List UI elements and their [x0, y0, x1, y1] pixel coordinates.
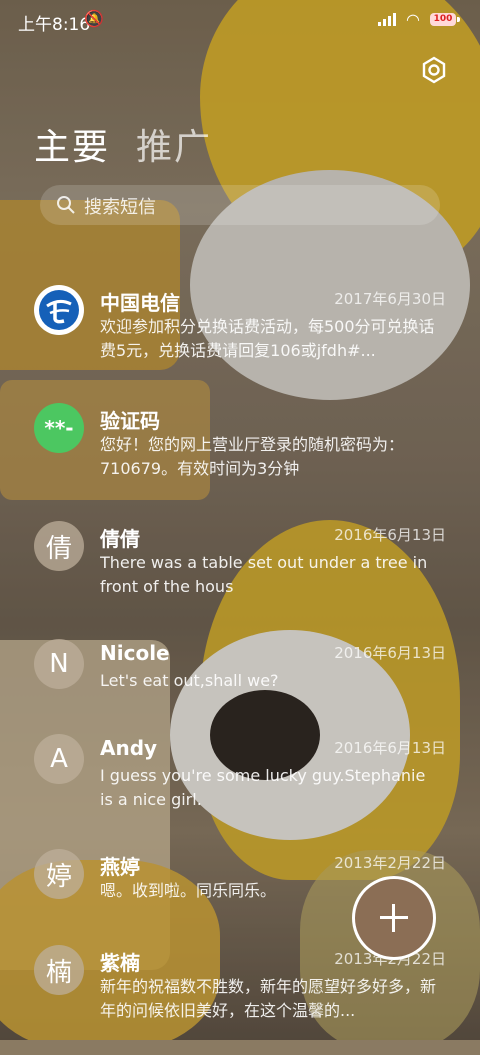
conversation-item[interactable]: 楠 紫楠 2013年2月22日 新年的祝福数不胜数，新年的愿望好多好多，新年的问…: [0, 945, 480, 1055]
avatar: N: [34, 639, 84, 689]
conversation-date: 2016年6月13日: [334, 526, 446, 544]
conversation-item[interactable]: N Nicole 2016年6月13日 Let's eat out,shall …: [0, 639, 480, 749]
new-message-button[interactable]: [352, 876, 436, 960]
avatar-text: N: [49, 649, 69, 679]
avatar-text: 倩: [45, 533, 72, 564]
status-time: 上午8:16: [18, 15, 91, 35]
conversation-item[interactable]: A Andy 2016年6月13日 I guess you're some lu…: [0, 734, 480, 844]
wifi-icon: ◠: [406, 10, 420, 29]
search-icon: [57, 196, 75, 214]
avatar-text: A: [50, 744, 68, 774]
conversation-sender: 验证码: [100, 409, 160, 433]
conversation-item[interactable]: 倩 倩倩 2016年6月13日 There was a table set ou…: [0, 521, 480, 631]
search-input[interactable]: 搜索短信: [40, 185, 440, 225]
conversation-item[interactable]: 中国电信 2017年6月30日 欢迎参加积分兑换话费活动，每500分可兑换话费5…: [0, 285, 480, 395]
conversation-date: 2017年6月30日: [334, 290, 446, 308]
avatar: 婷: [34, 849, 84, 899]
tab-main[interactable]: 主要: [34, 118, 110, 170]
conversation-preview: 您好！您的网上营业厅登录的随机密码为：710679。有效时间为3分钟: [100, 435, 405, 478]
conversation-sender: Andy: [100, 736, 158, 760]
settings-icon[interactable]: [420, 56, 448, 84]
telecom-logo: [34, 285, 84, 335]
conversation-preview: 欢迎参加积分兑换话费活动，每500分可兑换话费5元，兑换话费请回复106或jfd…: [100, 317, 435, 360]
signal-icon: [378, 12, 396, 26]
tab-promo[interactable]: 推广: [136, 118, 212, 170]
conversation-date: 2016年6月13日: [334, 644, 446, 662]
avatar-text: 楠: [45, 957, 72, 988]
conversation-item[interactable]: **- 验证码 您好！您的网上营业厅登录的随机密码为：710679。有效时间为3…: [0, 403, 480, 513]
avatar-text: 婷: [45, 861, 72, 892]
conversation-sender: Nicole: [100, 641, 170, 665]
conversation-preview: There was a table set out under a tree i…: [100, 553, 428, 596]
conversation-preview: I guess you're some lucky guy.Stephanie …: [100, 766, 426, 809]
conversation-preview: 嗯。收到啦。同乐同乐。: [100, 881, 277, 900]
avatar-text: **-: [44, 416, 74, 440]
conversation-sender: 倩倩: [100, 527, 140, 551]
conversation-sender: 中国电信: [100, 291, 180, 315]
verification-avatar: **-: [34, 403, 84, 453]
status-bar: 上午8:16 🔕 ◠ 100: [0, 0, 480, 40]
mute-icon: 🔕: [84, 9, 104, 28]
avatar: 楠: [34, 945, 84, 995]
telecom-logo-icon: [39, 290, 79, 330]
conversation-preview: Let's eat out,shall we?: [100, 671, 279, 690]
conversation-preview: 新年的祝福数不胜数，新年的愿望好多好多，新年的问候依旧美好，在这个温馨的...: [100, 977, 437, 1020]
conversation-date: 2016年6月13日: [334, 739, 446, 757]
search-placeholder: 搜索短信: [84, 197, 156, 218]
avatar: A: [34, 734, 84, 784]
battery-icon: 100: [430, 13, 460, 26]
conversation-sender: 紫楠: [100, 951, 140, 975]
conversation-date: 2013年2月22日: [334, 854, 446, 872]
conversation-sender: 燕婷: [100, 855, 140, 879]
avatar: 倩: [34, 521, 84, 571]
